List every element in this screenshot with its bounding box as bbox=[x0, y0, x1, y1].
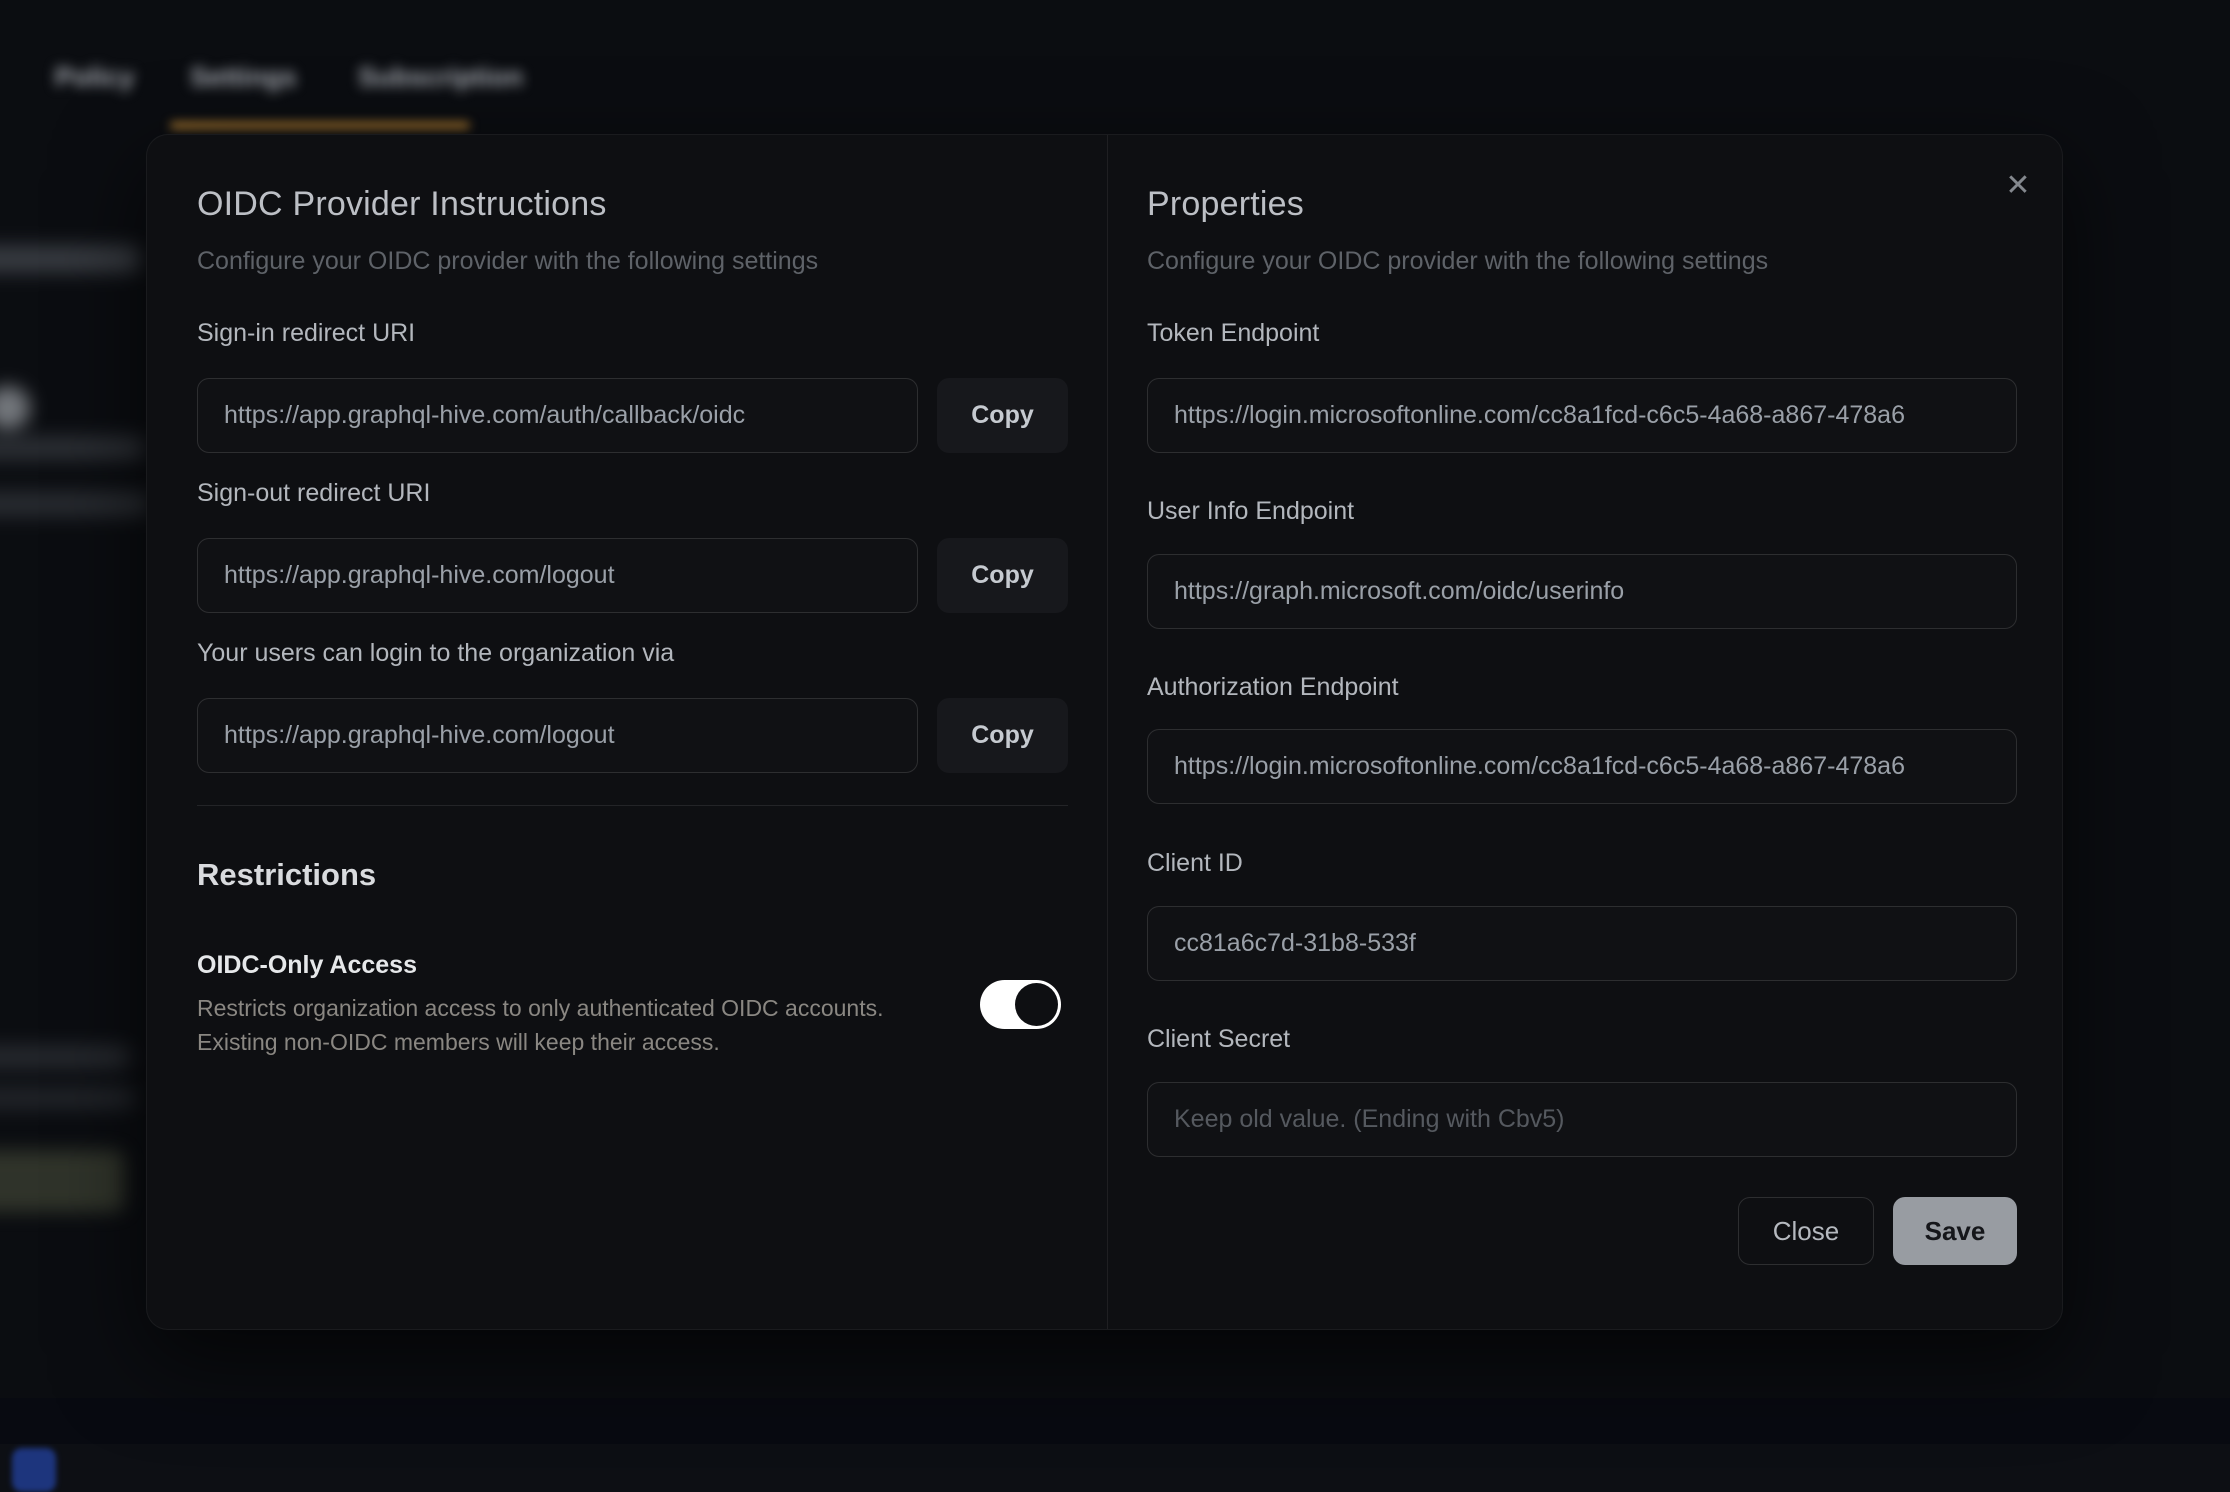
active-tab-underline bbox=[170, 122, 470, 129]
toggle-thumb bbox=[1015, 983, 1058, 1026]
description-line-2: Existing non-OIDC members will keep thei… bbox=[197, 1029, 720, 1055]
blurred-background-avatar bbox=[0, 386, 30, 430]
organization-login-uri-box bbox=[197, 698, 918, 773]
user-info-endpoint-input[interactable] bbox=[1148, 555, 2016, 628]
tab-settings[interactable]: Settings bbox=[190, 62, 297, 93]
description-line-1: Restricts organization access to only au… bbox=[197, 995, 884, 1021]
properties-panel: Properties Configure your OIDC provider … bbox=[1147, 135, 2017, 1329]
user-info-endpoint-box bbox=[1147, 554, 2017, 629]
client-id-box bbox=[1147, 906, 2017, 981]
copy-signout-uri-button[interactable]: Copy bbox=[937, 538, 1068, 613]
token-endpoint-label: Token Endpoint bbox=[1147, 319, 1319, 348]
signout-redirect-uri-label: Sign-out redirect URI bbox=[197, 479, 430, 508]
authorization-endpoint-box bbox=[1147, 729, 2017, 804]
client-id-input[interactable] bbox=[1148, 907, 2016, 980]
client-secret-box bbox=[1147, 1082, 2017, 1157]
authorization-endpoint-label: Authorization Endpoint bbox=[1147, 673, 1399, 702]
save-button[interactable]: Save bbox=[1893, 1197, 2017, 1265]
blurred-background-button bbox=[0, 1150, 125, 1212]
signout-redirect-uri-input[interactable] bbox=[198, 539, 917, 612]
blurred-background-text bbox=[0, 492, 150, 516]
oidc-instructions-panel: OIDC Provider Instructions Configure you… bbox=[197, 135, 1087, 1329]
panel-subtitle: Configure your OIDC provider with the fo… bbox=[1147, 247, 1768, 276]
copy-login-uri-button[interactable]: Copy bbox=[937, 698, 1068, 773]
authorization-endpoint-input[interactable] bbox=[1148, 730, 2016, 803]
panel-title: OIDC Provider Instructions bbox=[197, 185, 607, 224]
restrictions-heading: Restrictions bbox=[197, 857, 376, 893]
blurred-background-text bbox=[0, 437, 145, 459]
client-secret-label: Client Secret bbox=[1147, 1025, 1290, 1054]
signin-redirect-uri-input[interactable] bbox=[198, 379, 917, 452]
close-button[interactable]: Close bbox=[1738, 1197, 1874, 1265]
tab-subscription[interactable]: Subscription bbox=[358, 62, 523, 93]
blurred-background-text bbox=[0, 246, 140, 272]
user-info-endpoint-label: User Info Endpoint bbox=[1147, 497, 1354, 526]
client-id-label: Client ID bbox=[1147, 849, 1243, 878]
background-footer bbox=[0, 1444, 2230, 1492]
restrictions-divider bbox=[197, 805, 1068, 806]
oidc-only-access-label: OIDC-Only Access bbox=[197, 951, 417, 980]
client-secret-input[interactable] bbox=[1148, 1083, 2016, 1156]
panel-title: Properties bbox=[1147, 185, 1304, 224]
oidc-only-access-description: Restricts organization access to only au… bbox=[197, 991, 884, 1059]
tab-policy[interactable]: Policy bbox=[55, 62, 135, 93]
organization-login-uri-input[interactable] bbox=[198, 699, 917, 772]
signin-redirect-uri-box bbox=[197, 378, 918, 453]
token-endpoint-box bbox=[1147, 378, 2017, 453]
signout-redirect-uri-box bbox=[197, 538, 918, 613]
background-bottom-band bbox=[0, 1398, 2230, 1444]
modal-column-divider bbox=[1107, 135, 1108, 1329]
oidc-settings-modal: ✕ OIDC Provider Instructions Configure y… bbox=[146, 134, 2063, 1330]
blurred-background-text bbox=[0, 1046, 130, 1068]
signin-redirect-uri-label: Sign-in redirect URI bbox=[197, 319, 415, 348]
token-endpoint-input[interactable] bbox=[1148, 379, 2016, 452]
copy-signin-uri-button[interactable]: Copy bbox=[937, 378, 1068, 453]
blurred-background-text bbox=[0, 1088, 135, 1108]
panel-subtitle: Configure your OIDC provider with the fo… bbox=[197, 247, 818, 276]
oidc-only-access-toggle[interactable] bbox=[980, 980, 1061, 1029]
footer-logo-square bbox=[12, 1448, 56, 1492]
organization-login-uri-label: Your users can login to the organization… bbox=[197, 639, 674, 668]
